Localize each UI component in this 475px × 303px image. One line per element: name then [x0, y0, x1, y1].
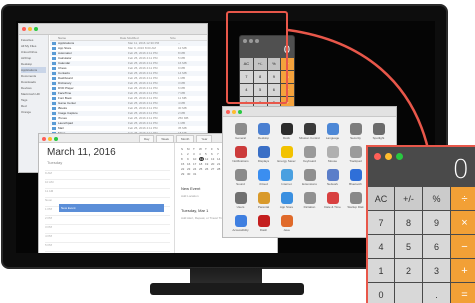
calculator-key[interactable]: 3: [423, 259, 450, 282]
minimize-button[interactable]: [385, 153, 392, 160]
calculator-key[interactable]: 4: [368, 235, 394, 258]
calculator-key[interactable]: =: [451, 283, 475, 303]
calculator-key[interactable]: ÷: [451, 187, 475, 210]
calculator-key[interactable]: %: [423, 187, 450, 210]
zoom-button[interactable]: [396, 153, 403, 160]
calculator-key[interactable]: 1: [368, 259, 394, 282]
calculator-zoomed-display: 0: [368, 147, 475, 187]
calculator-key[interactable]: ×: [451, 211, 475, 234]
calculator-key[interactable]: [395, 283, 422, 303]
calculator-key[interactable]: 0: [368, 283, 394, 303]
calculator-key[interactable]: 5: [395, 235, 422, 258]
calculator-key[interactable]: +: [451, 259, 475, 282]
calculator-key[interactable]: 2: [395, 259, 422, 282]
calculator-zoomed-keypad: AC +/-% ÷ 7 8 9 × 4 5 6− 1 2 3 +0. =: [368, 187, 475, 303]
calculator-zoomed: 0 AC +/-% ÷ 7 8 9 × 4 5 6− 1 2 3 +0. =: [366, 145, 475, 303]
calculator-zoomed-value: 0: [452, 155, 469, 185]
illustration: Favorites All My Files iCloud Drive AirDrop…: [0, 0, 475, 303]
calculator-key[interactable]: .: [423, 283, 450, 303]
calculator-key[interactable]: −: [451, 235, 475, 258]
calculator-key[interactable]: 9: [423, 211, 450, 234]
calculator-key[interactable]: +/-: [395, 187, 422, 210]
close-button[interactable]: [374, 153, 381, 160]
calculator-key[interactable]: 8: [395, 211, 422, 234]
calculator-key[interactable]: 6: [423, 235, 450, 258]
calculator-key[interactable]: AC: [368, 187, 394, 210]
calculator-key[interactable]: 7: [368, 211, 394, 234]
